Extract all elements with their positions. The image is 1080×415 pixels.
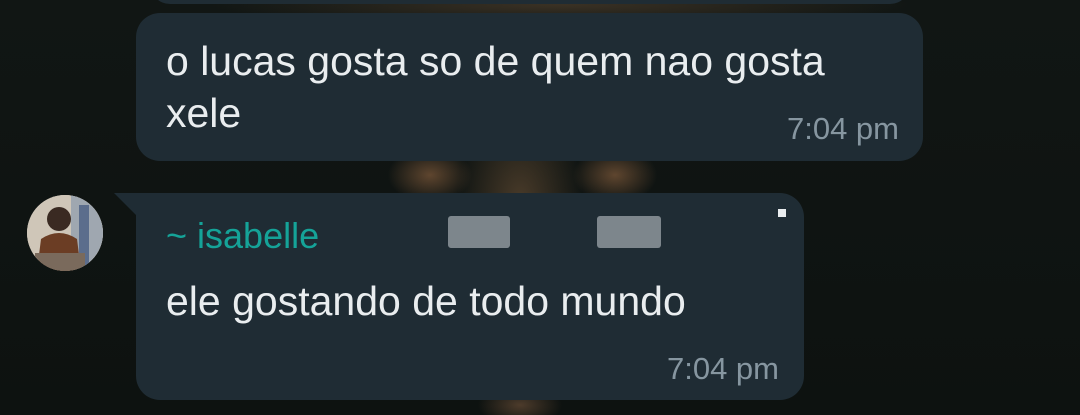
message-text: ele gostando de todo mundo bbox=[166, 278, 686, 324]
redacted-area bbox=[597, 216, 661, 248]
message-options-icon bbox=[778, 209, 786, 217]
sender-name[interactable]: ~ isabelle bbox=[166, 215, 319, 257]
message-timestamp: 7:04 pm bbox=[786, 111, 899, 146]
message-timestamp: 7:04 pm bbox=[666, 351, 779, 386]
message-bubble-with-sender[interactable]: ~ isabelle ele gostando de todo mundo 7:… bbox=[136, 193, 804, 400]
previous-message-bubble[interactable] bbox=[150, 0, 910, 4]
sender-avatar[interactable] bbox=[27, 195, 103, 271]
bubble-tail bbox=[114, 193, 136, 215]
redacted-area bbox=[448, 216, 510, 248]
avatar-photo-icon bbox=[27, 195, 103, 271]
message-text: o lucas gosta so de quem nao gosta xele bbox=[166, 38, 825, 136]
message-bubble[interactable]: o lucas gosta so de quem nao gosta xele … bbox=[136, 13, 923, 161]
